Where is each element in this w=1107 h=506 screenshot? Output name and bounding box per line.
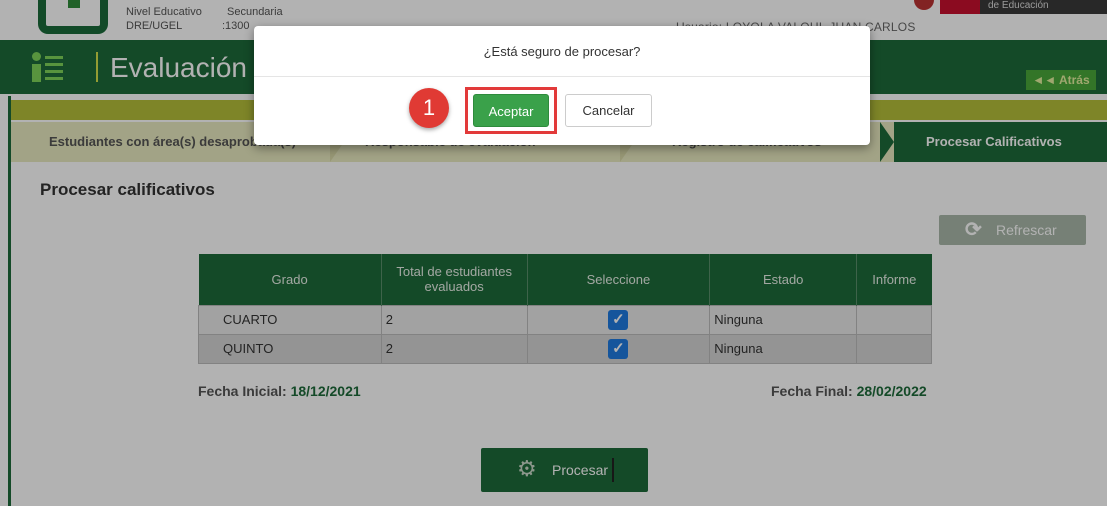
confirm-dialog: ¿Está seguro de procesar? Aceptar Cancel… [254,26,870,145]
cancel-button[interactable]: Cancelar [565,94,652,127]
dialog-divider [254,76,870,77]
accept-button[interactable]: Aceptar [473,94,549,127]
step-number-badge: 1 [409,88,449,128]
app-page: Nivel Educativo Secundaria DRE/UGEL :130… [0,0,1107,506]
dialog-title: ¿Está seguro de procesar? [483,44,641,59]
